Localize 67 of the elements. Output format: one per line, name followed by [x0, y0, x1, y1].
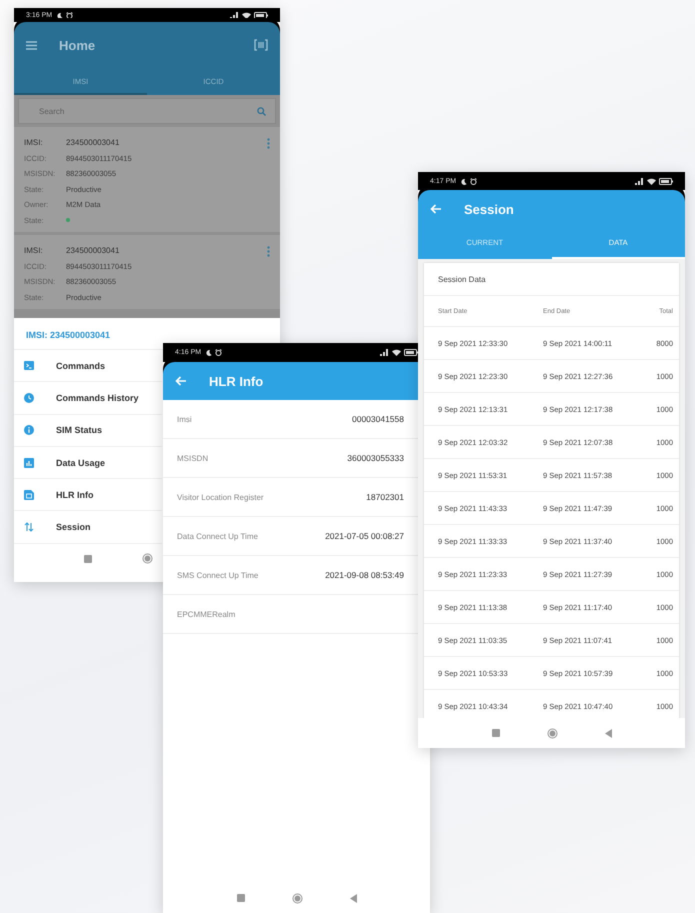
field-value: 234500003041 — [66, 138, 120, 148]
sim-card-icon — [24, 490, 34, 500]
wifi-icon — [242, 12, 251, 18]
back-arrow-icon[interactable] — [175, 376, 187, 386]
more-options-icon[interactable] — [267, 138, 270, 149]
alarm-icon — [66, 12, 74, 18]
battery-icon — [254, 12, 268, 18]
menu-item[interactable]: SIM Status — [14, 414, 162, 447]
info-value: 00003041558 — [352, 414, 404, 424]
info-value: 18702301 — [366, 492, 404, 502]
menu-item[interactable]: Commands — [14, 350, 162, 382]
battery-icon — [404, 349, 418, 356]
wifi-icon — [392, 349, 401, 356]
clock-icon — [24, 392, 34, 403]
field-label: IMSI: — [24, 246, 44, 256]
alarm-icon — [215, 349, 222, 356]
info-label: Imsi — [177, 414, 192, 424]
signal-icon — [635, 178, 644, 184]
menu-item-label: Commands — [56, 360, 106, 371]
terminal-icon — [24, 360, 34, 371]
circle-nav-icon[interactable] — [546, 728, 558, 738]
info-label: SMS Connect Up Time — [177, 570, 258, 580]
menu-item-label: Commands History — [56, 392, 139, 403]
info-icon — [24, 425, 34, 436]
wifi-icon — [647, 178, 656, 184]
search-icon[interactable] — [257, 107, 266, 116]
info-value: 360003055333 — [347, 453, 404, 463]
menu-item-label: SIM Status — [56, 425, 102, 436]
screen-title: Home — [59, 38, 96, 52]
menu-item-label: Session — [56, 522, 91, 532]
scan-icon[interactable] — [254, 39, 268, 51]
info-value: 2021-09-08 08:53:49 — [325, 570, 404, 580]
battery-icon — [659, 178, 673, 184]
circle-nav-icon[interactable] — [292, 892, 302, 904]
info-value: 2021-07-05 00:08:27 — [325, 531, 404, 541]
bar-chart-icon — [24, 458, 34, 468]
alarm-icon — [470, 178, 478, 184]
info-label: Data Connect Up Time — [177, 532, 258, 540]
info-label: MSISDN — [177, 454, 208, 462]
moon-icon — [460, 178, 468, 184]
menu-item[interactable]: Commands History — [14, 382, 162, 415]
field-value: 234500003041 — [66, 246, 120, 256]
moon-icon — [56, 12, 64, 18]
card-title: Session Data — [424, 263, 679, 296]
menu-item-label: HLR Info — [56, 490, 94, 500]
moon-icon — [205, 349, 212, 356]
info-label: Visitor Location Register — [177, 492, 264, 502]
info-label: EPCMMERealm — [177, 610, 236, 618]
square-nav-icon[interactable] — [492, 729, 500, 737]
field-label: IMSI: — [24, 138, 44, 148]
menu-item-label: Data Usage — [56, 458, 106, 468]
back-arrow-icon[interactable] — [430, 204, 442, 214]
menu-item[interactable]: Data Usage — [14, 446, 162, 480]
signal-icon — [380, 349, 389, 356]
screen-title: Session — [464, 202, 514, 216]
search-field[interactable]: Search — [18, 98, 276, 124]
more-options-icon[interactable] — [267, 246, 270, 257]
back-triangle-nav-icon[interactable] — [604, 728, 612, 738]
menu-icon[interactable] — [26, 40, 37, 50]
square-nav-icon[interactable] — [236, 894, 244, 902]
signal-icon — [230, 12, 239, 18]
screen-title: HLR Info — [209, 374, 264, 388]
up-down-arrows-icon — [24, 522, 34, 532]
menu-item[interactable]: HLR Info — [14, 479, 162, 512]
circle-nav-icon[interactable] — [142, 553, 153, 564]
square-nav-icon[interactable] — [84, 554, 92, 563]
back-triangle-nav-icon[interactable] — [350, 894, 356, 902]
